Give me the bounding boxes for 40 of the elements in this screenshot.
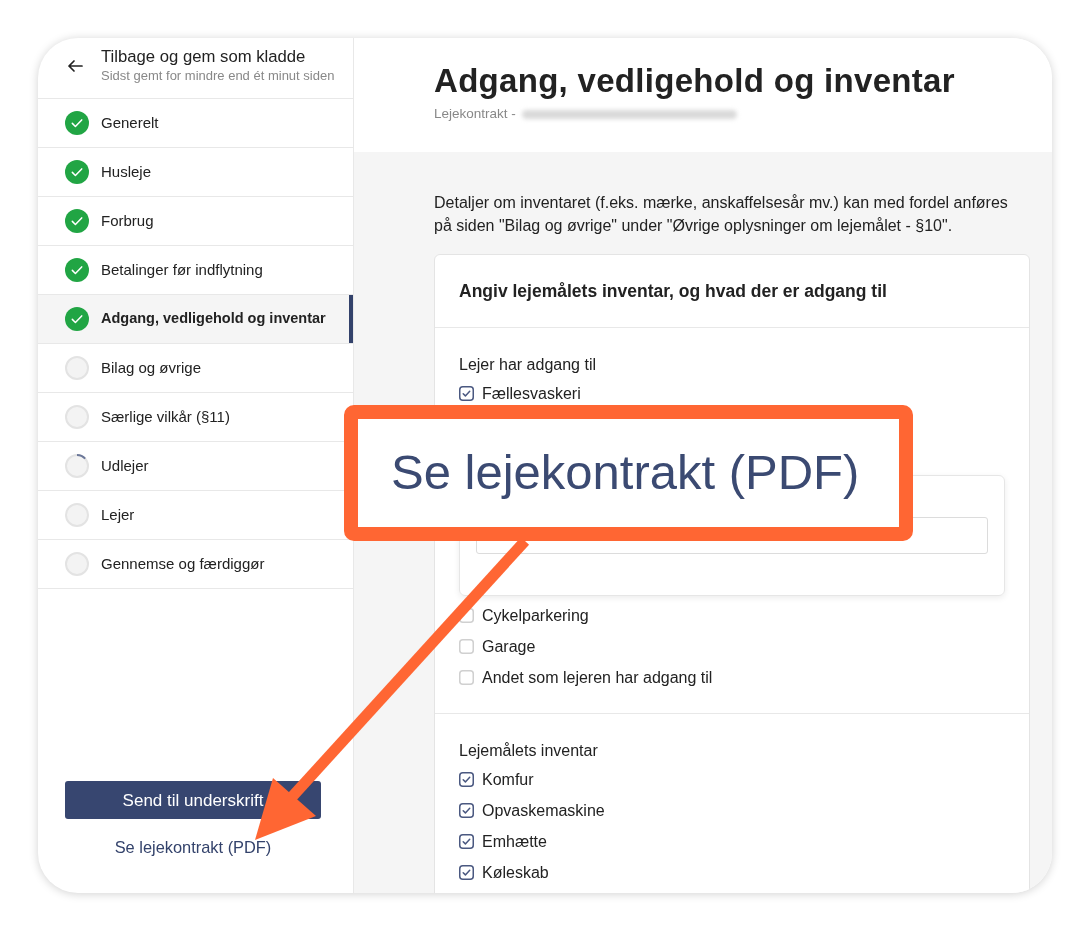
checkbox-label[interactable]: Fællesvaskeri — [482, 381, 581, 406]
card-title: Angiv lejemålets inventar, og hvad der er adgang til — [435, 255, 1029, 328]
page-title: Adgang, vedligehold og inventar — [434, 61, 956, 101]
back-arrow-icon[interactable] — [67, 58, 83, 74]
callout-tooltip: Se lejekontrakt (PDF) — [344, 405, 913, 541]
checkbox-label[interactable]: Cykelparkering — [482, 603, 589, 628]
checkbox-label[interactable]: Andet som lejeren har adgang til — [482, 665, 713, 690]
sidebar-step[interactable]: Bilag og øvrige — [38, 344, 353, 393]
sidebar-step[interactable]: Husleje — [38, 148, 353, 197]
checkbox-label[interactable]: Opvaskemaskine — [482, 798, 605, 823]
section-label: Lejemålets inventar — [459, 741, 599, 761]
info-paragraph: Detaljer om inventaret (f.eks. mærke, anskaffelsesår mv.) kan med fordel anføres på siden "Bilag og øvrige" under "Øvrige oplysninger om lejemålet - §10". — [434, 193, 1009, 236]
sidebar-step[interactable]: Generelt — [38, 99, 353, 148]
progress-ring-icon — [65, 454, 89, 478]
check-circle-icon — [65, 307, 89, 331]
last-saved-text: Sidst gemt for mindre end ét minut siden — [101, 67, 335, 84]
checkbox-label[interactable]: Garage — [482, 634, 536, 659]
check-circle-icon — [65, 111, 89, 135]
checkbox-label[interactable]: Køleskab — [482, 860, 549, 885]
checkbox[interactable] — [459, 803, 474, 818]
sidebar-step[interactable]: Gennemse og færdiggør — [38, 540, 353, 589]
check-circle-icon — [65, 160, 89, 184]
empty-circle-icon — [65, 405, 89, 429]
breadcrumb-text: Lejekontrakt - — [434, 105, 516, 123]
checkbox[interactable] — [459, 386, 474, 401]
sidebar-step[interactable]: Adgang, vedligehold og inventar — [38, 295, 353, 344]
checkbox[interactable] — [459, 834, 474, 849]
empty-circle-icon — [65, 356, 89, 380]
empty-circle-icon — [65, 552, 89, 576]
checkbox[interactable] — [459, 865, 474, 880]
empty-circle-icon — [65, 503, 89, 527]
checkbox-label[interactable]: Emhætte — [482, 829, 547, 854]
checkbox-label[interactable]: Komfur — [482, 767, 534, 792]
section-label: Lejer har adgang til — [459, 355, 597, 375]
sidebar-step[interactable]: Forbrug — [38, 197, 353, 246]
check-circle-icon — [65, 209, 89, 233]
back-save-draft-link[interactable]: Tilbage og gem som kladde — [101, 46, 335, 67]
checkbox[interactable] — [459, 772, 474, 787]
check-circle-icon — [65, 258, 89, 282]
view-pdf-link[interactable]: Se lejekontrakt (PDF) — [114, 835, 272, 860]
